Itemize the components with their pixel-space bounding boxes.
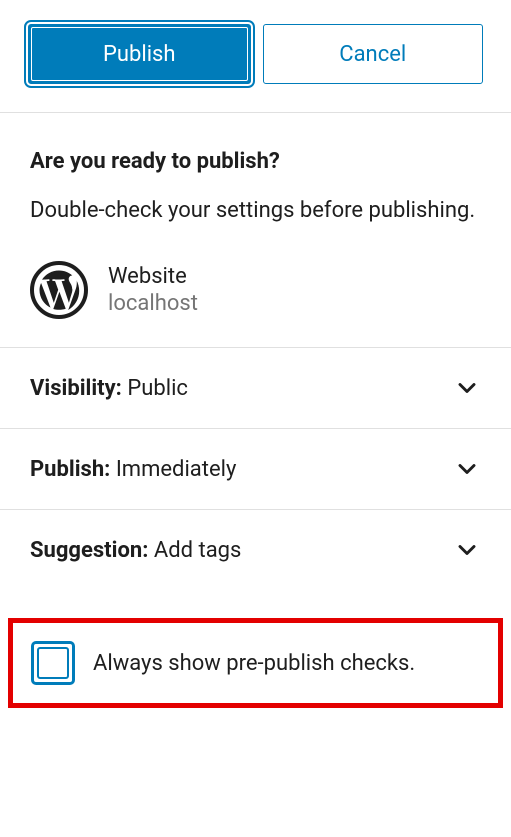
chevron-down-icon (453, 536, 481, 564)
visibility-label: Visibility: Public (30, 376, 188, 401)
chevron-down-icon (453, 455, 481, 483)
publish-time-panel[interactable]: Publish: Immediately (0, 428, 511, 509)
site-row: Website localhost (30, 261, 481, 319)
site-host: localhost (108, 291, 198, 316)
publish-time-label: Publish: Immediately (30, 457, 236, 482)
intro-heading: Are you ready to publish? (30, 149, 481, 174)
publish-button-label: Publish (103, 42, 176, 67)
suggestion-label: Suggestion: Add tags (30, 538, 241, 563)
publish-button[interactable]: Publish (28, 24, 251, 84)
prepublish-checkbox[interactable] (31, 641, 75, 685)
cancel-button-label: Cancel (339, 42, 406, 67)
cancel-button[interactable]: Cancel (263, 24, 484, 84)
intro-section: Are you ready to publish? Double-check y… (0, 113, 511, 347)
action-button-row: Publish Cancel (0, 0, 511, 113)
suggestion-panel[interactable]: Suggestion: Add tags (0, 509, 511, 590)
wordpress-logo-icon (30, 261, 88, 319)
site-name: Website (108, 264, 198, 289)
visibility-panel[interactable]: Visibility: Public (0, 347, 511, 428)
prepublish-checkbox-label: Always show pre-publish checks. (93, 651, 415, 676)
prepublish-checks-section: Always show pre-publish checks. (8, 618, 503, 708)
intro-subtext: Double-check your settings before publis… (30, 194, 481, 227)
chevron-down-icon (453, 374, 481, 402)
site-info: Website localhost (108, 264, 198, 316)
